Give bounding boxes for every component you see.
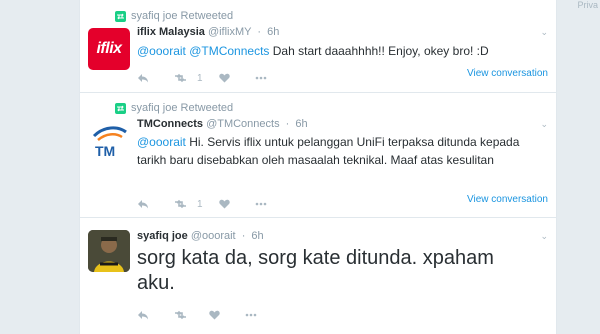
retweeted-by-label: syafiq joe Retweeted	[131, 102, 234, 114]
like-icon[interactable]	[219, 197, 255, 211]
retweet-count: 1	[197, 72, 203, 84]
timestamp[interactable]: 6h	[295, 118, 307, 130]
tweet-item[interactable]: syafiq joe Retweeted TM TMConnects @TMCo…	[80, 93, 556, 218]
tweet-text: sorg kata da, sorg kate ditunda. xpaham …	[137, 247, 494, 294]
like-icon[interactable]	[209, 308, 245, 322]
tm-logo-text: TM	[95, 143, 115, 159]
avatar[interactable]: TM	[88, 120, 130, 162]
mention-link[interactable]: @ooorait	[137, 135, 186, 149]
view-conversation-link[interactable]: View conversation	[467, 68, 548, 79]
retweet-count: 1	[197, 198, 203, 210]
display-name[interactable]: syafiq joe	[137, 230, 188, 242]
retweet-button[interactable]: 1	[173, 197, 209, 211]
tweet-text-body: Dah start daaahhhh!! Enjoy, okey bro! :D	[269, 44, 489, 58]
timeline: syafiq joe Retweeted iflix iflix Malaysi…	[79, 0, 557, 334]
user-photo	[88, 230, 130, 272]
tweet-text: @ooorait @TMConnects Dah start daaahhhh!…	[137, 42, 537, 60]
more-icon[interactable]	[255, 71, 291, 85]
tm-logo: TM	[92, 126, 127, 159]
reply-icon[interactable]	[137, 71, 173, 85]
tweet-item[interactable]: syafiq joe @ooorait · 6h ⌄ sorg kata da,…	[80, 218, 556, 334]
timestamp[interactable]: 6h	[251, 230, 263, 242]
handle[interactable]: @iflixMY	[208, 26, 251, 38]
handle[interactable]: @ooorait	[191, 230, 236, 242]
timestamp[interactable]: 6h	[267, 26, 279, 38]
tweet-header: syafiq joe @ooorait · 6h	[137, 230, 264, 242]
tweet-actions: 1	[137, 71, 291, 85]
retweet-button[interactable]: 1	[173, 71, 209, 85]
retweet-badge-icon	[115, 10, 126, 22]
display-name[interactable]: TMConnects	[137, 118, 203, 130]
tweet-header: TMConnects @TMConnects · 6h	[137, 118, 308, 130]
retweet-context: syafiq joe Retweeted	[115, 102, 233, 114]
tweet-actions: 1	[137, 197, 291, 211]
tweet-item[interactable]: syafiq joe Retweeted iflix iflix Malaysi…	[80, 0, 556, 93]
retweet-context: syafiq joe Retweeted	[115, 10, 233, 22]
handle[interactable]: @TMConnects	[206, 118, 280, 130]
retweet-icon	[175, 199, 186, 209]
tweet-text: @ooorait Hi. Servis iflix untuk pelangga…	[137, 133, 537, 169]
more-icon[interactable]	[255, 197, 291, 211]
tweet-actions	[137, 308, 281, 322]
like-icon[interactable]	[219, 71, 255, 85]
reply-icon[interactable]	[137, 197, 173, 211]
iflix-logo: iflix	[96, 40, 122, 57]
retweeted-by-label: syafiq joe Retweeted	[131, 10, 234, 22]
reply-icon[interactable]	[137, 308, 173, 322]
tweet-text-body: Hi. Servis iflix untuk pelanggan UniFi t…	[137, 135, 520, 167]
more-options-icon[interactable]: ⌄	[540, 27, 548, 38]
retweet-badge-icon	[115, 102, 126, 114]
retweet-icon	[175, 73, 186, 83]
retweet-icon[interactable]	[173, 308, 209, 322]
privacy-link-edge[interactable]: Priva	[577, 0, 598, 10]
display-name[interactable]: iflix Malaysia	[137, 26, 205, 38]
avatar[interactable]	[88, 230, 130, 272]
avatar[interactable]: iflix	[88, 28, 130, 70]
mention-link[interactable]: @ooorait @TMConnects	[137, 44, 269, 58]
more-options-icon[interactable]: ⌄	[540, 119, 548, 130]
tweet-header: iflix Malaysia @iflixMY · 6h	[137, 26, 280, 38]
more-icon[interactable]	[245, 308, 281, 322]
more-options-icon[interactable]: ⌄	[540, 231, 548, 242]
view-conversation-link[interactable]: View conversation	[467, 194, 548, 205]
